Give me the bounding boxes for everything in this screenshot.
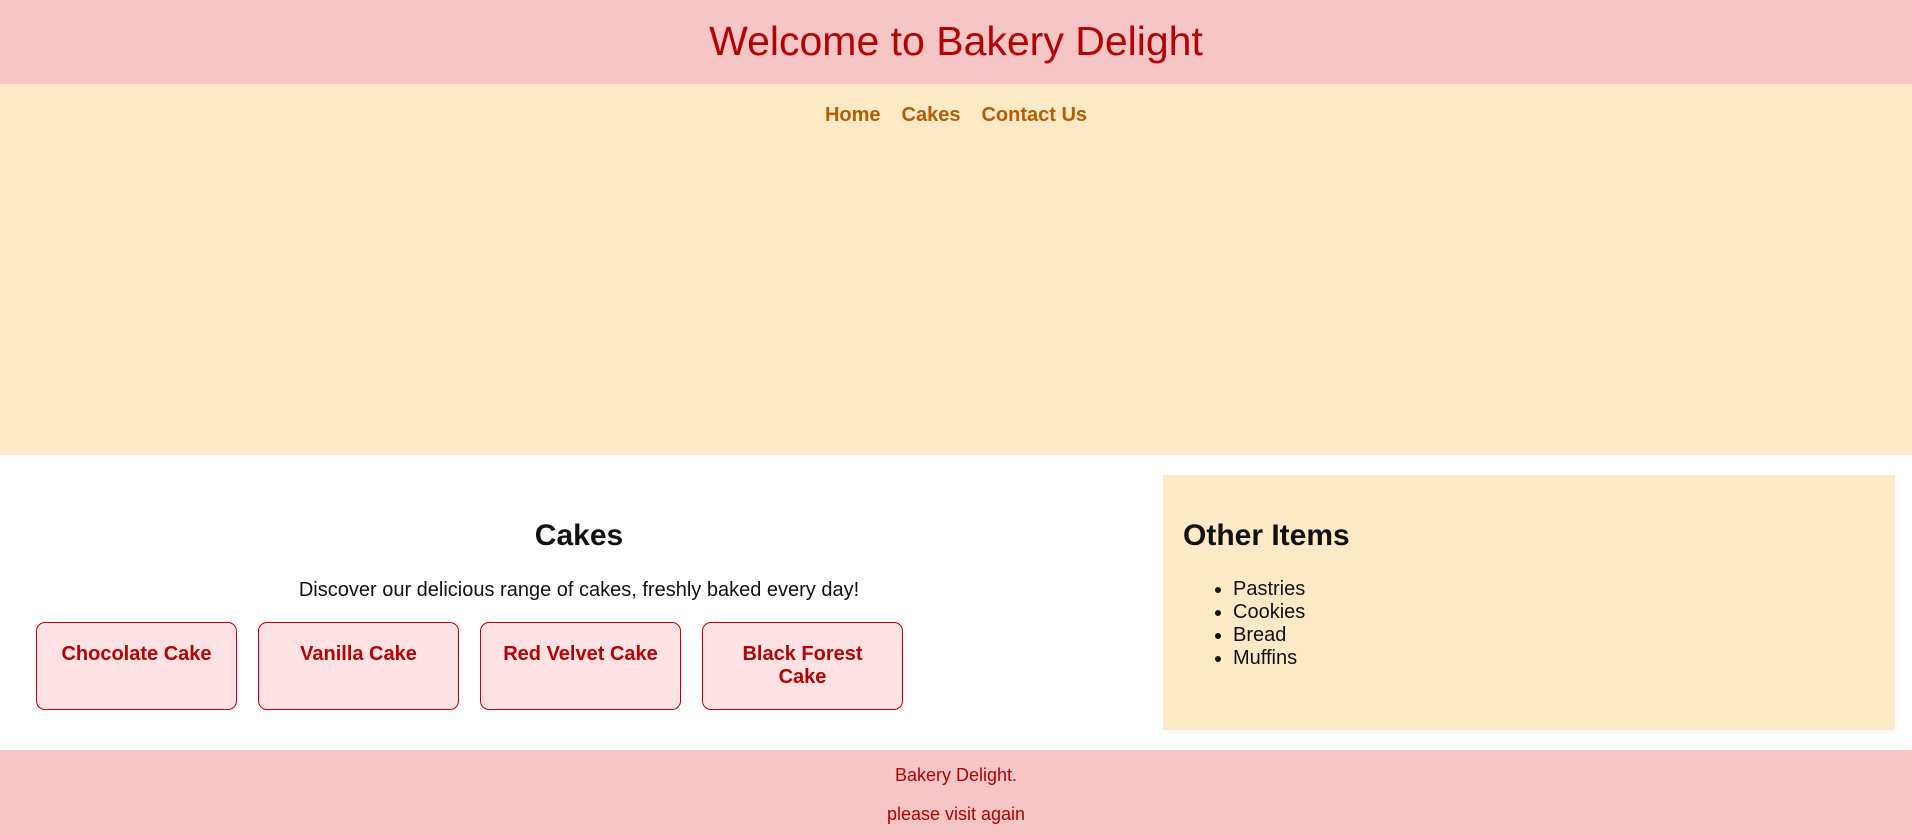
list-item: Pastries (1233, 578, 1895, 601)
cake-card-title: Black Forest Cake (742, 643, 863, 688)
cake-card-title: Red Velvet Cake (503, 643, 658, 665)
cake-card-title: Vanilla Cake (300, 643, 417, 665)
nav-link-home[interactable]: Home (825, 104, 881, 126)
other-items-list: Pastries Cookies Bread Muffins (1183, 578, 1895, 670)
footer-message: please visit again (886, 804, 1026, 824)
cakes-section: Cakes Discover our delicious range of ca… (0, 455, 1162, 750)
nav-link-cakes[interactable]: Cakes (902, 104, 961, 126)
main-navigation: Home Cakes Contact Us (825, 104, 1087, 455)
list-item: Cookies (1233, 601, 1895, 624)
nav-list: Home Cakes Contact Us (825, 104, 1087, 134)
cake-card-chocolate[interactable]: Chocolate Cake (36, 622, 237, 710)
nav-link-contact-us[interactable]: Contact Us (981, 104, 1087, 126)
footer-brand-text: Bakery Delight. (894, 765, 1018, 785)
list-item: Muffins (1233, 647, 1895, 670)
cakes-description: Discover our delicious range of cakes, f… (298, 579, 860, 601)
cakes-heading: Cakes (534, 519, 624, 552)
cake-card-red-velvet[interactable]: Red Velvet Cake (480, 622, 681, 710)
site-footer: Bakery Delight. please visit again (0, 750, 1912, 835)
nav-item-cakes: Cakes (902, 104, 961, 134)
other-items-heading: Other Items (1183, 519, 1350, 552)
cake-card-vanilla[interactable]: Vanilla Cake (258, 622, 459, 710)
cake-cards: Chocolate Cake Vanilla Cake Red Velvet C… (36, 622, 903, 710)
cake-card-title: Chocolate Cake (61, 643, 212, 665)
cake-card-black-forest[interactable]: Black Forest Cake (702, 622, 903, 710)
nav-hero-section: Home Cakes Contact Us (0, 84, 1912, 455)
nav-item-contact: Contact Us (981, 104, 1087, 134)
list-item: Bread (1233, 624, 1895, 647)
site-header: Welcome to Bakery Delight (0, 0, 1912, 84)
other-items-panel: Other Items Pastries Cookies Bread Muffi… (1163, 475, 1895, 730)
main-content: Cakes Discover our delicious range of ca… (0, 455, 1912, 750)
nav-item-home: Home (825, 104, 881, 134)
site-title: Welcome to Bakery Delight (709, 17, 1203, 64)
